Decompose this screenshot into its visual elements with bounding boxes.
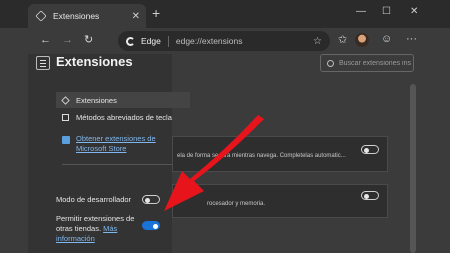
search-box[interactable] (320, 54, 414, 72)
feedback-icon[interactable]: ☺ (381, 33, 392, 45)
toggle-knob (145, 197, 150, 203)
sidebar-item-label: Extensiones (76, 95, 117, 105)
other-stores-toggle[interactable] (142, 221, 160, 230)
store-link-line1[interactable]: Obtener extensiones de (76, 134, 156, 144)
address-url[interactable]: edge://extensions (176, 36, 313, 46)
search-icon (327, 59, 334, 67)
developer-mode-toggle[interactable] (142, 195, 160, 204)
toggle-knob (364, 147, 369, 153)
toggle-knob (364, 193, 369, 199)
close-window-icon[interactable]: ✕ (410, 6, 418, 18)
search-input[interactable] (339, 59, 411, 67)
refresh-icon[interactable]: ↻ (84, 34, 93, 46)
sidebar-item-extensions[interactable]: Extensiones (56, 92, 190, 108)
other-stores-line2: otras tiendas. (56, 224, 102, 233)
edge-logo-icon (126, 36, 135, 46)
tab-extensions[interactable]: Extensiones ✕ (28, 4, 146, 28)
toggle-knob (153, 223, 158, 229)
address-bar[interactable]: Edge edge://extensions ☆ (118, 31, 330, 51)
more-info-link[interactable]: Más (103, 224, 117, 233)
favorites-icon[interactable]: ✩ (338, 33, 347, 46)
more-info-link-line2[interactable]: información (56, 234, 161, 244)
extension-toggle[interactable] (361, 145, 379, 154)
keyboard-icon (62, 113, 69, 121)
tab-strip: Extensiones ✕ + — ☐ ✕ (0, 0, 450, 28)
edge-window: Extensiones ✕ + — ☐ ✕ ← → ↻ Edge edge://… (0, 0, 450, 253)
extension-toggle[interactable] (361, 191, 379, 200)
menu-icon[interactable] (36, 56, 50, 70)
browser-toolbar: ← → ↻ Edge edge://extensions ☆ ✩ ☺ ··· (0, 28, 450, 54)
address-separator (167, 35, 169, 47)
page-title: Extensiones (56, 54, 133, 69)
favorite-star-icon[interactable]: ☆ (313, 36, 322, 47)
more-menu-icon[interactable]: ··· (406, 33, 417, 45)
forward-icon[interactable]: → (62, 34, 73, 46)
sidebar: Extensiones Extensiones Métodos abreviad… (28, 54, 190, 253)
new-tab-icon[interactable]: + (152, 6, 160, 20)
back-icon[interactable]: ← (40, 34, 51, 46)
close-tab-icon[interactable]: ✕ (132, 11, 140, 22)
minimize-icon[interactable]: — (356, 6, 366, 18)
tab-title: Extensiones (53, 11, 100, 21)
extensions-icon (61, 95, 70, 105)
avatar[interactable] (355, 33, 369, 47)
extensions-tab-icon (35, 10, 47, 22)
store-link-line2[interactable]: Microsoft Store (76, 144, 156, 154)
developer-mode-label: Modo de desarrollador (56, 195, 132, 204)
maximize-icon[interactable]: ☐ (382, 6, 391, 18)
sidebar-item-label: Métodos abreviados de tecla (76, 112, 172, 122)
store-bag-icon (62, 136, 70, 144)
address-brand: Edge (141, 36, 161, 46)
annotation-arrow-icon (164, 115, 264, 211)
scrollbar[interactable] (410, 84, 416, 253)
